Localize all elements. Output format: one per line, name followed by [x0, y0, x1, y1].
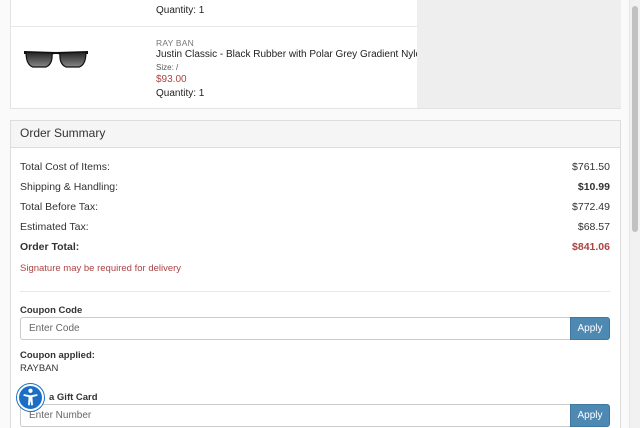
summary-line-tax: Estimated Tax: $68.57 [20, 221, 610, 233]
summary-line-items: Total Cost of Items: $761.50 [20, 161, 610, 173]
gift-card-input[interactable] [20, 404, 571, 427]
page-scrollbar[interactable] [629, 0, 640, 428]
coupon-applied-code: RAYBAN [20, 363, 59, 374]
summary-value: $761.50 [572, 161, 610, 173]
summary-value: $772.49 [572, 201, 610, 213]
product-quantity: Quantity: 1 [156, 88, 205, 99]
gift-card-label: a Gift Card [49, 392, 98, 403]
cart-items-panel: Quantity: 1 RAY BAN Justin Classic - Bla… [10, 0, 621, 109]
prev-item-quantity: Quantity: 1 [156, 5, 205, 16]
coupon-code-label: Coupon Code [20, 305, 83, 316]
order-summary-title: Order Summary [11, 121, 620, 148]
sunglasses-image[interactable] [23, 46, 89, 72]
summary-line-before-tax: Total Before Tax: $772.49 [20, 201, 610, 213]
coupon-code-input[interactable] [20, 317, 571, 340]
product-name[interactable]: Justin Classic - Black Rubber with Polar… [156, 49, 427, 60]
product-brand: RAY BAN [156, 38, 194, 48]
summary-label: Order Total: [20, 241, 80, 253]
summary-divider [20, 291, 610, 292]
product-size: Size: / [156, 63, 179, 72]
gift-card-apply-button[interactable]: Apply [570, 404, 610, 427]
cart-items-list: Quantity: 1 RAY BAN Justin Classic - Bla… [11, 0, 427, 108]
cart-side-area [417, 0, 621, 108]
summary-label: Total Before Tax: [20, 201, 99, 213]
item-divider [11, 26, 417, 27]
product-price: $93.00 [156, 74, 187, 85]
summary-line-order-total: Order Total: $841.06 [20, 241, 610, 253]
coupon-applied-label: Coupon applied: [20, 350, 95, 361]
signature-note: Signature may be required for delivery [20, 263, 182, 274]
summary-label: Shipping & Handling: [20, 181, 119, 193]
order-summary-panel: Order Summary Total Cost of Items: $761.… [10, 120, 621, 428]
summary-label: Total Cost of Items: [20, 161, 110, 173]
summary-line-shipping: Shipping & Handling: $10.99 [20, 181, 610, 193]
summary-value: $68.57 [577, 221, 610, 233]
summary-label: Estimated Tax: [20, 221, 89, 233]
gift-card-input-group: Apply [20, 404, 610, 427]
accessibility-button[interactable] [17, 384, 44, 411]
order-total-value: $841.06 [572, 241, 610, 253]
scrollbar-thumb[interactable] [632, 6, 638, 232]
summary-value: $10.99 [577, 181, 610, 193]
coupon-input-group: Apply [20, 317, 610, 340]
accessibility-icon [23, 388, 38, 406]
coupon-apply-button[interactable]: Apply [570, 317, 610, 340]
